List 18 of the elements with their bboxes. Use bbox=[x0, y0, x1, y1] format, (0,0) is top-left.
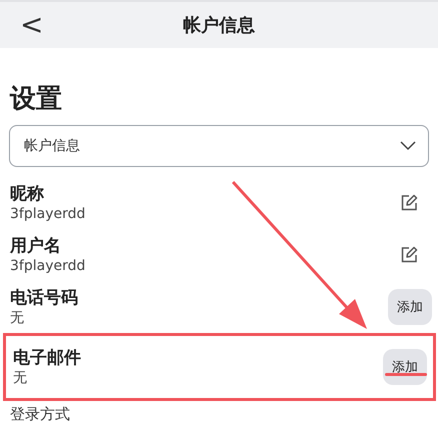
settings-heading: 设置 bbox=[10, 83, 62, 116]
field-value: 3fplayerdd bbox=[10, 256, 86, 276]
page-title: 帐户信息 bbox=[183, 15, 255, 36]
field-value: 无 bbox=[10, 308, 24, 328]
section-label: 登录方式 bbox=[10, 405, 70, 423]
back-button[interactable]: < bbox=[0, 11, 44, 39]
edit-icon[interactable] bbox=[400, 194, 418, 212]
field-label: 用户名 bbox=[10, 234, 61, 257]
field-label: 电话号码 bbox=[10, 286, 78, 309]
field-value: 3fplayerdd bbox=[10, 204, 86, 224]
section-dropdown[interactable]: 帐户信息 bbox=[9, 125, 429, 167]
field-value: 无 bbox=[13, 368, 27, 388]
field-label: 昵称 bbox=[10, 182, 44, 205]
chevron-down-icon bbox=[400, 141, 416, 151]
add-button[interactable]: 添加 bbox=[388, 289, 432, 325]
add-button[interactable]: 添加 bbox=[383, 349, 427, 385]
field-label: 电子邮件 bbox=[13, 346, 81, 369]
edit-icon[interactable] bbox=[400, 246, 418, 264]
